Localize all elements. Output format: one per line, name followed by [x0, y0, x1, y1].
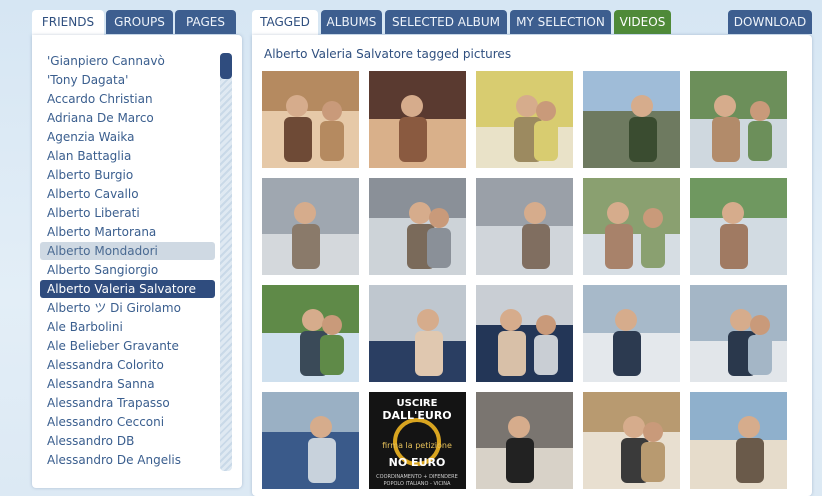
friend-item[interactable]: Alberto Burgio [40, 166, 215, 184]
photo-thumbnail[interactable] [583, 392, 680, 489]
photo-thumbnail[interactable] [476, 285, 573, 382]
friend-item[interactable]: 'Gianpiero Cannavò [40, 52, 215, 70]
friend-item[interactable]: Alessandro Cecconi [40, 413, 215, 431]
photo-thumbnail[interactable] [583, 178, 680, 275]
photo-thumbnail[interactable] [369, 178, 466, 275]
tab-albums[interactable]: ALBUMS [321, 10, 382, 34]
tab-groups[interactable]: GROUPS [106, 10, 173, 34]
friends-scrollbar-thumb[interactable] [220, 53, 232, 79]
photo-thumbnail[interactable] [583, 285, 680, 382]
photo-thumbnail[interactable] [583, 71, 680, 168]
friend-item[interactable]: Alberto Martorana [40, 223, 215, 241]
friend-item[interactable]: Alan Battaglia [40, 147, 215, 165]
tab-friends[interactable]: FRIENDS [32, 10, 104, 37]
photo-thumbnail[interactable] [690, 392, 787, 489]
photo-caption-text: DALL'EURO [382, 409, 451, 422]
friend-item[interactable]: Alberto ツ Di Girolamo [40, 299, 215, 317]
tab-my-selection[interactable]: MY SELECTION [510, 10, 611, 34]
photo-thumbnail[interactable] [690, 71, 787, 168]
friend-item[interactable]: Alberto Liberati [40, 204, 215, 222]
friend-item[interactable]: Alessandra Trapasso [40, 394, 215, 412]
photos-panel: Alberto Valeria Salvatore tagged picture… [252, 35, 812, 496]
friend-item[interactable]: Adriana De Marco [40, 109, 215, 127]
photo-caption-text: COORDINAMENTO + DIFENDERE [376, 474, 458, 480]
photo-thumbnail[interactable] [262, 392, 359, 489]
friends-scrollbar[interactable] [220, 53, 232, 471]
photo-thumbnail[interactable] [262, 178, 359, 275]
photo-thumbnail[interactable] [262, 71, 359, 168]
photo-thumbnail[interactable] [369, 71, 466, 168]
friend-item[interactable]: Alessandra Sanna [40, 375, 215, 393]
photo-thumbnail[interactable] [476, 392, 573, 489]
photo-caption-text: firma la petizione [382, 441, 452, 450]
friends-panel: 'Gianpiero Cannavò 'Tony Dagata' Accardo C… [32, 35, 242, 488]
friend-item[interactable]: Agenzia Waika [40, 128, 215, 146]
friend-item[interactable]: 'Tony Dagata' [40, 71, 215, 89]
photos-title: Alberto Valeria Salvatore tagged picture… [264, 47, 512, 61]
friend-item[interactable]: Alberto Mondadori [40, 242, 215, 260]
photo-thumbnail[interactable] [476, 71, 573, 168]
friend-item[interactable]: Ale Belieber Gravante [40, 337, 215, 355]
photo-caption-text: POPOLO ITALIANO - VICINA [384, 481, 452, 487]
friend-item[interactable]: Alessandra Colorito [40, 356, 215, 374]
friend-item[interactable]: Alberto Sangiorgio [40, 261, 215, 279]
download-button[interactable]: DOWNLOAD [728, 10, 812, 34]
friend-item[interactable]: Alessandro DB [40, 432, 215, 450]
photo-thumbnail[interactable] [262, 285, 359, 382]
friend-item[interactable]: Alberto Cavallo [40, 185, 215, 203]
friend-item[interactable]: Alessandro De Angelis [40, 451, 215, 469]
friend-item[interactable]: Accardo Christian [40, 90, 215, 108]
tab-pages[interactable]: PAGES [175, 10, 236, 34]
friend-item[interactable]: Alberto Valeria Salvatore [40, 280, 215, 298]
photo-thumbnail[interactable] [690, 285, 787, 382]
photo-caption-text: NO EURO [389, 456, 446, 469]
photo-thumbnail[interactable] [369, 285, 466, 382]
tab-videos[interactable]: VIDEOS [614, 10, 671, 34]
tab-selected-album[interactable]: SELECTED ALBUM [385, 10, 507, 34]
friend-item[interactable]: Ale Barbolini [40, 318, 215, 336]
photo-thumbnail[interactable] [476, 178, 573, 275]
photo-thumbnail[interactable]: USCIRE DALL'EURO firma la petizione NO EURO… [369, 392, 466, 489]
photo-thumbnail[interactable] [690, 178, 787, 275]
tab-tagged[interactable]: TAGGED [252, 10, 318, 37]
photo-caption-text: USCIRE [397, 398, 438, 409]
